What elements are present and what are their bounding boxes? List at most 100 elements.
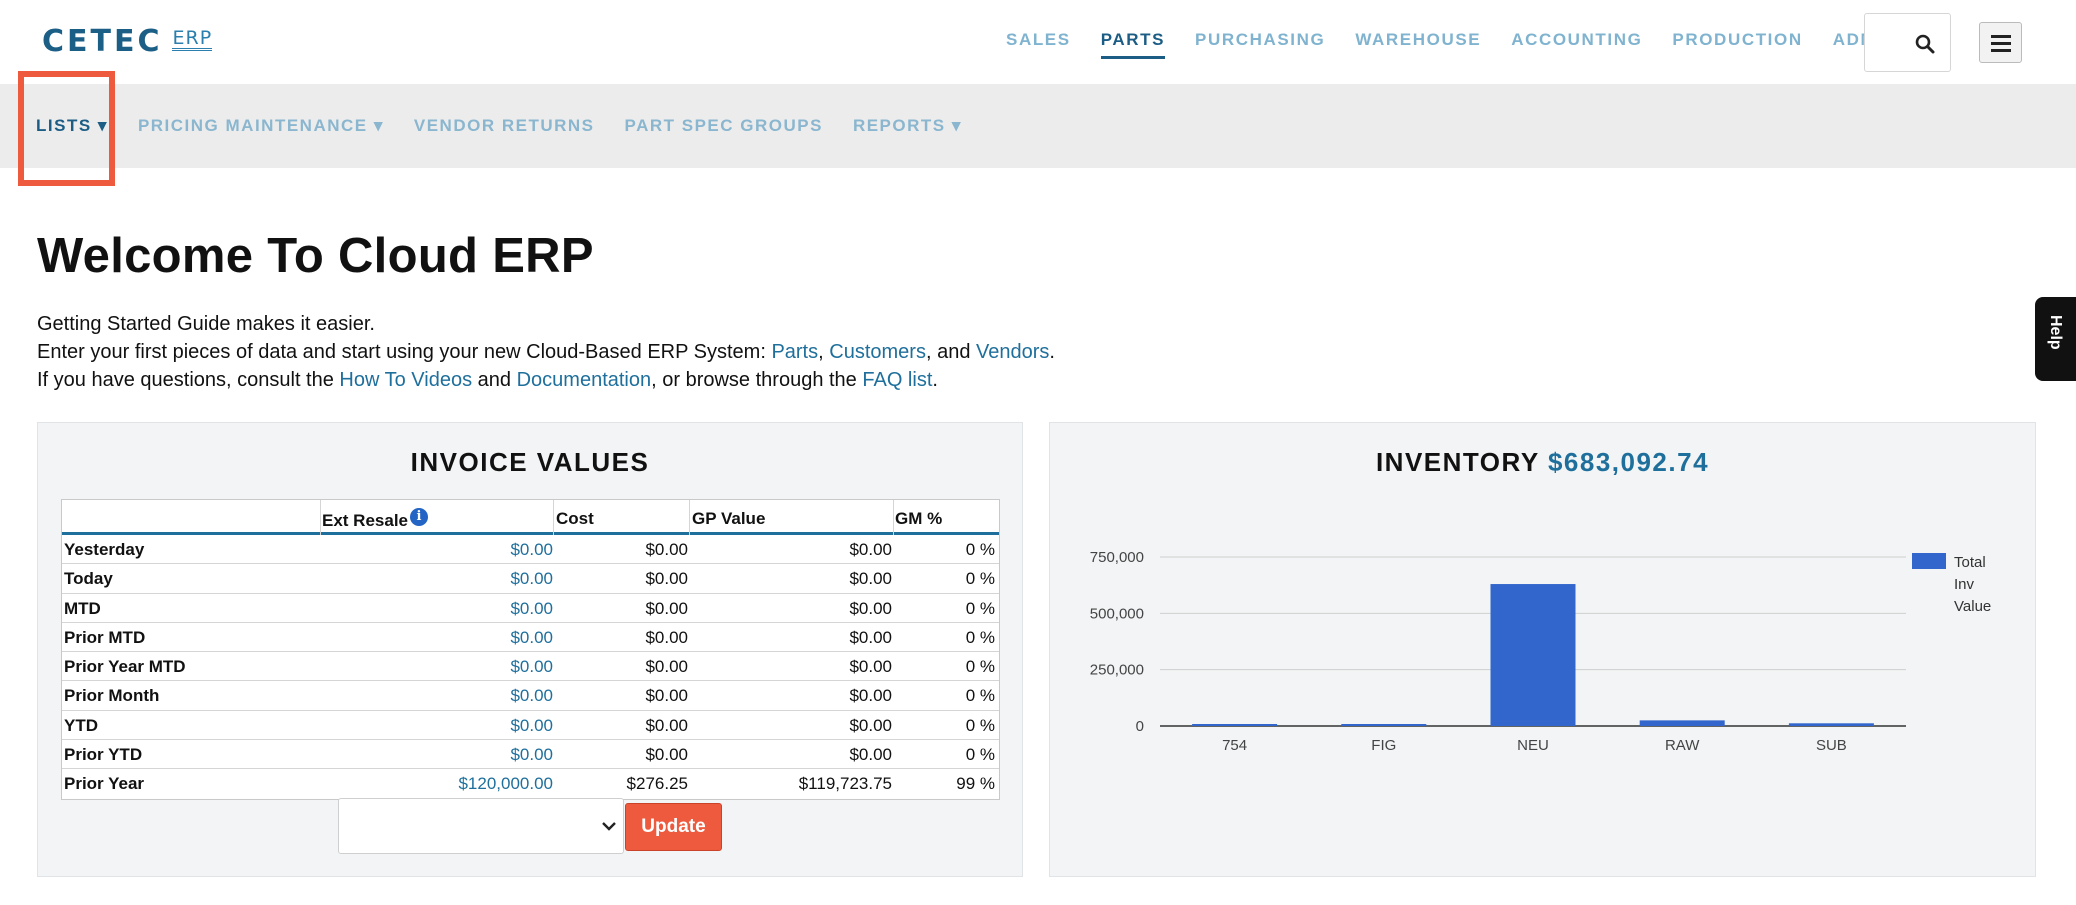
intro-line-1: Getting Started Guide makes it easier. bbox=[37, 310, 1055, 338]
nav-parts[interactable]: PARTS bbox=[1100, 30, 1166, 59]
subnav-pricing-maintenance[interactable]: PRICING MAINTENANCE ▾ bbox=[138, 116, 384, 136]
main-nav: SALES PARTS PURCHASING WAREHOUSE ACCOUNT… bbox=[1006, 30, 1926, 59]
row-label: Today bbox=[64, 569, 113, 589]
nav-production[interactable]: PRODUCTION bbox=[1672, 30, 1802, 59]
update-button[interactable]: Update bbox=[625, 803, 722, 851]
top-header: CETEC ERP SALES PARTS PURCHASING WAREHOU… bbox=[0, 0, 2076, 84]
separator-text: . bbox=[1049, 341, 1055, 363]
nav-accounting[interactable]: ACCOUNTING bbox=[1511, 30, 1642, 59]
y-tick-label: 250,000 bbox=[1090, 662, 1144, 679]
ext-resale-link[interactable]: $0.00 bbox=[510, 686, 553, 706]
row-label: Prior MTD bbox=[64, 627, 146, 647]
nav-sales[interactable]: SALES bbox=[1006, 30, 1071, 59]
cost-value: $0.00 bbox=[645, 540, 688, 559]
customers-link[interactable]: Customers bbox=[829, 341, 926, 363]
table-row: Prior YTD $0.00 $0.00 $0.00 0 % bbox=[62, 740, 999, 770]
chevron-down-icon bbox=[602, 822, 616, 831]
info-icon[interactable]: i bbox=[410, 508, 428, 526]
row-label: MTD bbox=[64, 598, 101, 618]
column-divider bbox=[893, 500, 894, 535]
nav-warehouse[interactable]: WAREHOUSE bbox=[1355, 30, 1481, 59]
column-divider bbox=[553, 500, 554, 535]
hamburger-menu-button[interactable] bbox=[1979, 22, 2022, 63]
subnav-part-spec-groups[interactable]: PART SPEC GROUPS bbox=[625, 116, 823, 136]
gm-value: 0 % bbox=[965, 627, 995, 647]
gp-value: $0.00 bbox=[849, 715, 892, 735]
column-divider bbox=[320, 500, 321, 535]
column-header-gm-percent: GM % bbox=[895, 509, 943, 528]
column-divider bbox=[689, 500, 690, 535]
cost-value: $0.00 bbox=[645, 657, 688, 677]
ext-resale-link[interactable]: $0.00 bbox=[510, 569, 553, 589]
gp-value: $0.00 bbox=[849, 686, 892, 706]
gp-value: $0.00 bbox=[849, 657, 892, 677]
invoice-values-title: INVOICE VALUES bbox=[410, 447, 650, 477]
legend-label: Inv bbox=[1954, 576, 1975, 593]
cost-value: $0.00 bbox=[645, 627, 688, 647]
table-row: Yesterday $0.00 $0.00 $0.00 0 % bbox=[62, 535, 999, 565]
table-row: Prior MTD $0.00 $0.00 $0.00 0 % bbox=[62, 623, 999, 653]
invoice-table: Ext Resale i Cost GP Value GM % Yesterday… bbox=[61, 499, 1000, 800]
gp-value: $0.00 bbox=[849, 598, 892, 618]
ext-resale-link[interactable]: $0.00 bbox=[510, 745, 553, 765]
table-row: Prior Year $120,000.00 $276.25 $119,723.75 9… bbox=[62, 769, 999, 798]
faq-list-link[interactable]: FAQ list bbox=[862, 369, 932, 391]
column-header-ext-resale: Ext Resale i bbox=[322, 508, 428, 531]
vendors-link[interactable]: Vendors bbox=[976, 341, 1049, 363]
hamburger-line bbox=[1991, 42, 2011, 45]
ext-resale-link[interactable]: $0.00 bbox=[510, 540, 553, 560]
ext-resale-link[interactable]: $0.00 bbox=[510, 716, 553, 736]
hamburger-menu-icon bbox=[1991, 35, 2011, 38]
gm-value: 99 % bbox=[956, 774, 995, 794]
documentation-link[interactable]: Documentation bbox=[517, 369, 652, 391]
subnav-vendor-returns[interactable]: VENDOR RETURNS bbox=[414, 116, 595, 136]
period-select[interactable] bbox=[338, 798, 624, 854]
separator-text: , bbox=[818, 341, 830, 363]
bar-neu bbox=[1490, 584, 1576, 726]
how-to-videos-link[interactable]: How To Videos bbox=[339, 369, 472, 391]
sub-nav-bar: LISTS ▾ PRICING MAINTENANCE ▾ VENDOR RET… bbox=[0, 84, 2076, 168]
subnav-reports[interactable]: REPORTS ▾ bbox=[853, 116, 962, 136]
ext-resale-link[interactable]: $120,000.00 bbox=[458, 774, 553, 794]
gp-value: $0.00 bbox=[849, 627, 892, 647]
table-row: MTD $0.00 $0.00 $0.00 0 % bbox=[62, 594, 999, 623]
gm-value: 0 % bbox=[965, 686, 995, 706]
separator-text: , and bbox=[925, 341, 976, 363]
intro-line-2-text: Enter your first pieces of data and star… bbox=[37, 341, 772, 363]
x-tick-label: FIG bbox=[1371, 737, 1396, 754]
cost-value: $0.00 bbox=[645, 569, 688, 589]
search-button[interactable] bbox=[1864, 13, 1951, 72]
table-row: YTD $0.00 $0.00 $0.00 0 % bbox=[62, 711, 999, 741]
gm-value: 0 % bbox=[965, 598, 995, 618]
y-tick-label: 500,000 bbox=[1090, 605, 1144, 622]
nav-purchasing[interactable]: PURCHASING bbox=[1195, 30, 1325, 59]
cost-value: $276.25 bbox=[626, 774, 688, 794]
x-tick-label: SUB bbox=[1816, 737, 1847, 754]
separator-text: . bbox=[932, 369, 938, 391]
invoice-values-panel: INVOICE VALUES Ext Resale i Cost GP Value… bbox=[37, 422, 1023, 877]
ext-resale-link[interactable]: $0.00 bbox=[510, 657, 553, 677]
row-label: YTD bbox=[64, 715, 98, 735]
x-tick-label: 754 bbox=[1222, 737, 1247, 754]
inventory-panel: INVENTORY $683,092.74 0 250,000 500,000 750… bbox=[1049, 422, 2036, 877]
separator-text: and bbox=[472, 369, 517, 391]
sub-nav: LISTS ▾ PRICING MAINTENANCE ▾ VENDOR RET… bbox=[36, 116, 992, 136]
parts-link[interactable]: Parts bbox=[771, 341, 818, 363]
gp-value: $0.00 bbox=[849, 540, 892, 559]
bar-754 bbox=[1192, 724, 1278, 726]
gm-value: 0 % bbox=[965, 745, 995, 765]
intro-line-3: If you have questions, consult the How T… bbox=[37, 366, 1055, 394]
separator-text: , or browse through the bbox=[651, 369, 863, 391]
gp-value: $0.00 bbox=[849, 745, 892, 765]
column-header-cost: Cost bbox=[556, 509, 594, 528]
help-tab[interactable]: Help bbox=[2035, 297, 2076, 381]
cetec-logo[interactable]: CETEC ERP bbox=[42, 22, 213, 62]
row-label: Prior Month bbox=[64, 686, 160, 706]
ext-resale-link[interactable]: $0.00 bbox=[510, 628, 553, 648]
ext-resale-link[interactable]: $0.00 bbox=[510, 599, 553, 619]
invoice-table-body: Yesterday $0.00 $0.00 $0.00 0 % Today $0.00 $0.… bbox=[62, 535, 999, 799]
bar-fig bbox=[1341, 724, 1427, 726]
search-icon bbox=[1915, 34, 1935, 54]
cost-value: $0.00 bbox=[645, 715, 688, 735]
row-label: Prior Year bbox=[64, 774, 145, 794]
